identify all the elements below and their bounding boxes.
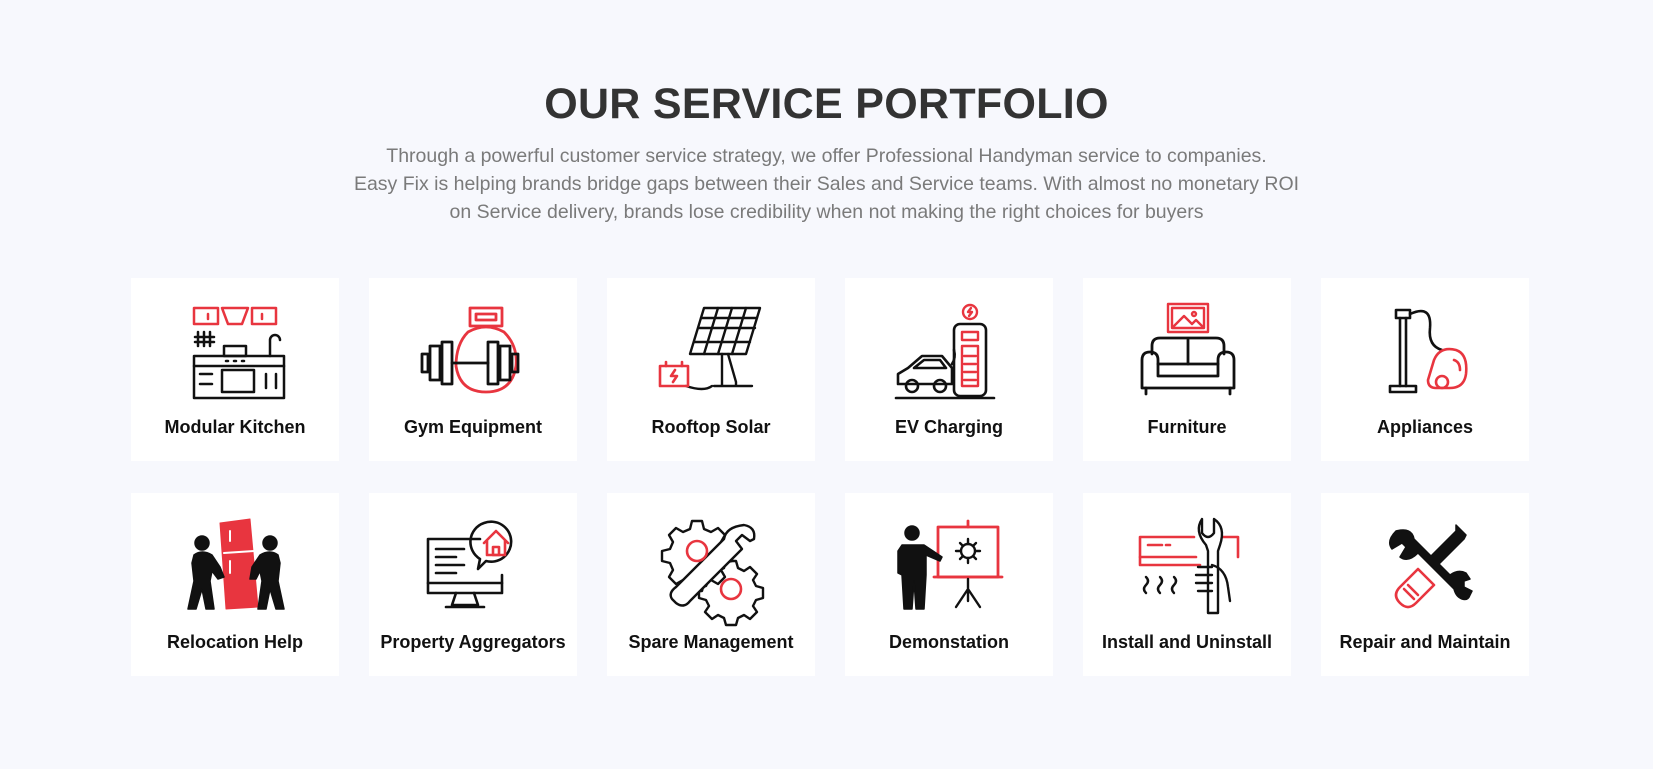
service-card-relocation-help[interactable]: Relocation Help — [131, 493, 339, 676]
service-label: Demonstation — [888, 632, 1009, 652]
service-label: Relocation Help — [166, 632, 304, 652]
vacuum-cleaner-icon — [1370, 302, 1480, 402]
service-card-property-aggregators[interactable]: Property Aggregators — [369, 493, 577, 676]
description-line: on Service delivery, brands lose credibi… — [449, 201, 1204, 223]
section-description: Through a powerful customer service stra… — [300, 142, 1353, 226]
movers-icon — [180, 517, 290, 617]
service-card-demonstation[interactable]: Demonstation — [845, 493, 1053, 676]
service-card-furniture[interactable]: Furniture — [1083, 278, 1291, 461]
service-card-appliances[interactable]: Appliances — [1321, 278, 1529, 461]
description-line: Easy Fix is helping brands bridge gaps b… — [353, 173, 1300, 195]
presentation-icon — [894, 517, 1004, 617]
dumbbell-icon — [418, 302, 528, 402]
service-label: Gym Equipment — [403, 417, 542, 437]
services-grid: Modular Kitchen Gym Equipment Rooftop So… — [131, 278, 1529, 676]
section-title: OUR SERVICE PORTFOLIO — [544, 80, 1109, 128]
service-label: Repair and Maintain — [1339, 632, 1511, 652]
service-card-gym-equipment[interactable]: Gym Equipment — [369, 278, 577, 461]
service-label: EV Charging — [894, 417, 1003, 437]
property-monitor-icon — [418, 517, 528, 617]
gears-wrench-icon — [656, 517, 766, 627]
solar-panel-icon — [656, 302, 766, 402]
service-label: Spare Management — [628, 632, 794, 652]
service-card-rooftop-solar[interactable]: Rooftop Solar — [607, 278, 815, 461]
service-card-spare-management[interactable]: Spare Management — [607, 493, 815, 676]
service-label: Install and Uninstall — [1101, 632, 1273, 652]
service-label: Property Aggregators — [380, 632, 566, 652]
service-card-modular-kitchen[interactable]: Modular Kitchen — [131, 278, 339, 461]
service-card-ev-charging[interactable]: EV Charging — [845, 278, 1053, 461]
service-label: Furniture — [1147, 417, 1227, 437]
service-card-repair-maintain[interactable]: Repair and Maintain — [1321, 493, 1529, 676]
service-card-install-uninstall[interactable]: Install and Uninstall — [1083, 493, 1291, 676]
kitchen-icon — [180, 302, 290, 402]
ev-charger-icon — [894, 302, 1004, 402]
ac-wrench-icon — [1132, 517, 1242, 617]
service-label: Appliances — [1376, 417, 1474, 437]
service-portfolio-section: OUR SERVICE PORTFOLIO Through a powerful… — [0, 0, 1653, 769]
service-label: Modular Kitchen — [164, 417, 306, 437]
sofa-icon — [1132, 302, 1242, 402]
description-line: Through a powerful customer service stra… — [386, 145, 1267, 167]
service-label: Rooftop Solar — [651, 417, 771, 437]
tools-icon — [1370, 517, 1480, 617]
